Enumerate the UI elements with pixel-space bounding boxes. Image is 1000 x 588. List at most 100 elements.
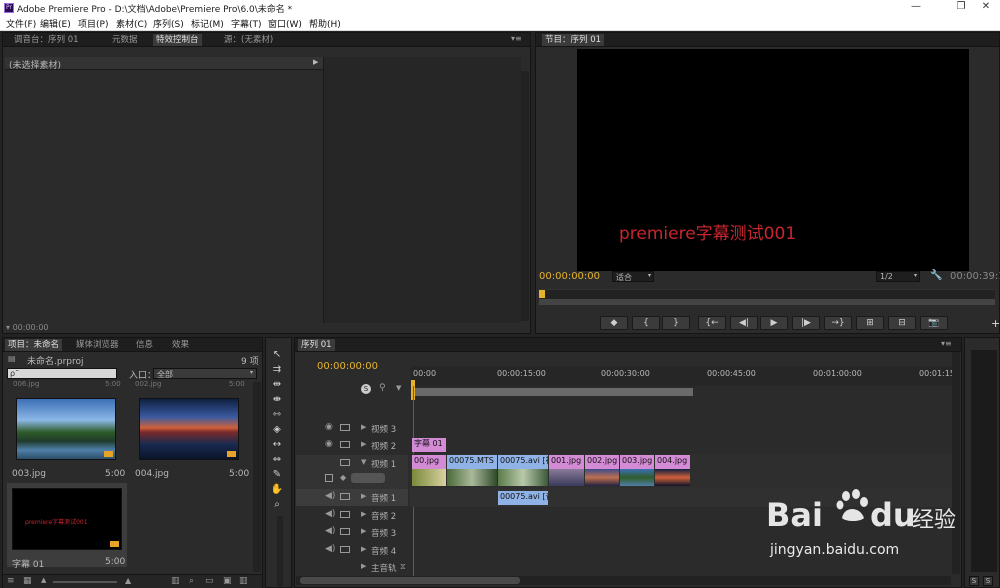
program-zoom-bar[interactable] — [539, 299, 995, 305]
tab-media-browser[interactable]: 媒体浏览器 — [73, 339, 122, 351]
go-to-out-button[interactable]: →} — [824, 316, 852, 330]
eye-icon[interactable]: ◉ — [325, 422, 333, 432]
tab-effects[interactable]: 效果 — [169, 339, 192, 351]
thumbnail-004[interactable] — [139, 398, 239, 460]
playhead-marker[interactable] — [539, 290, 545, 298]
timeline-ruler[interactable]: 00:00 00:00:15:00 00:00:30:00 00:00:45:0… — [411, 366, 956, 386]
minimize-button[interactable]: — — [905, 1, 927, 15]
clip-v1-00jpg[interactable]: 00.jpg — [412, 455, 446, 469]
expand-icon[interactable]: ▶ — [361, 527, 366, 535]
menu-sequence[interactable]: 序列(S) — [153, 17, 184, 30]
rate-stretch-tool-icon[interactable]: ⇿ — [269, 408, 285, 421]
expand-icon[interactable]: ▶ — [361, 545, 366, 553]
work-area-bar[interactable] — [411, 388, 693, 396]
add-marker-button[interactable]: ◆ — [600, 316, 628, 330]
hand-tool-icon[interactable]: ✋ — [269, 483, 285, 496]
speaker-icon[interactable]: ◀) — [325, 491, 335, 501]
zoom-out-icon[interactable]: ▲ — [41, 576, 46, 584]
track-audio-3[interactable]: ◀) ▶ 音频 3 — [296, 524, 408, 541]
clip-v1-004jpg[interactable]: 004.jpg — [655, 455, 690, 469]
track-select-tool-icon[interactable]: ⇉ — [269, 363, 285, 376]
expand-icon[interactable]: ▶ — [361, 510, 366, 518]
track-audio-2[interactable]: ◀) ▶ 音频 2 — [296, 507, 408, 524]
rolling-edit-tool-icon[interactable]: ⇼ — [269, 393, 285, 406]
set-marker-icon[interactable]: ⚲ — [379, 383, 386, 393]
tab-source[interactable]: 源：(无素材) — [221, 34, 276, 46]
tab-effect-controls[interactable]: 特效控制台 — [153, 34, 202, 46]
zoom-tool-icon[interactable]: ⌕ — [269, 498, 285, 511]
resolution-select[interactable]: 1/2 ▾ — [876, 271, 920, 282]
search-input[interactable]: ρ˜ — [7, 368, 117, 379]
menu-clip[interactable]: 素材(C) — [116, 17, 147, 30]
track-video-3[interactable]: ◉ ▶ 视频 3 — [296, 420, 408, 437]
new-item-icon[interactable]: ▣ — [223, 576, 232, 586]
clip-v1-003jpg[interactable]: 003.jpg — [620, 455, 654, 469]
icon-view-icon[interactable]: ▦ — [23, 576, 32, 586]
slide-tool-icon[interactable]: ⇔ — [269, 453, 285, 466]
expand-icon[interactable]: ▶ — [361, 423, 366, 431]
timeline-scroll-thumb[interactable] — [300, 577, 520, 584]
clip-v1-00075mts[interactable]: 00075.MTS — [447, 455, 497, 469]
menu-help[interactable]: 帮助(H) — [309, 17, 341, 30]
panel-menu-icon[interactable]: ▾≡ — [511, 34, 522, 43]
slip-tool-icon[interactable]: ↔ — [269, 438, 285, 451]
menu-marker[interactable]: 标记(M) — [191, 17, 224, 30]
program-timecode[interactable]: 00:00:00:00 — [539, 271, 600, 282]
pen-tool-icon[interactable]: ✎ — [269, 468, 285, 481]
tools-scrollbar[interactable] — [277, 516, 283, 586]
play-button[interactable]: ▶ — [760, 316, 788, 330]
menu-window[interactable]: 窗口(W) — [268, 17, 302, 30]
track-master[interactable]: ▶ 主音轨 ⧖ — [296, 559, 408, 576]
close-button[interactable]: ✕ — [975, 1, 997, 15]
eye-icon[interactable]: ◉ — [325, 439, 333, 449]
marker-icon[interactable]: ▼ — [396, 384, 401, 392]
menu-edit[interactable]: 编辑(E) — [40, 17, 71, 30]
thumbnail-003[interactable] — [16, 398, 116, 460]
solo-left-button[interactable]: S — [969, 576, 979, 586]
mark-out-button[interactable]: } — [662, 316, 690, 330]
timeline-timecode[interactable]: 00:00:00:00 — [317, 361, 378, 372]
thumbnail-title-01[interactable]: premiere字幕测试001 — [12, 488, 122, 550]
speaker-icon[interactable]: ◀) — [325, 526, 335, 536]
selection-tool-icon[interactable]: ↖ — [269, 348, 285, 361]
mark-in-button[interactable]: { — [632, 316, 660, 330]
source-scrollbar[interactable] — [521, 71, 529, 321]
track-audio-1[interactable]: ◀) ▶ 音频 1 — [296, 489, 408, 506]
extract-button[interactable]: ⊟ — [888, 316, 916, 330]
expand-icon[interactable]: ▶ — [361, 492, 366, 500]
tab-program[interactable]: 节目：序列 01 — [542, 34, 605, 46]
timeline-menu-icon[interactable]: ▾≡ — [941, 339, 952, 348]
track-video-2[interactable]: ◉ ▶ 视频 2 — [296, 437, 408, 454]
keyframe-icon[interactable]: ◆ — [340, 473, 346, 482]
tab-info[interactable]: 信息 — [133, 339, 156, 351]
menu-project[interactable]: 项目(P) — [78, 17, 108, 30]
step-back-button[interactable]: ◀| — [730, 316, 758, 330]
project-scrollbar[interactable] — [253, 382, 261, 572]
expand-arrow-icon[interactable]: ▶ — [313, 58, 318, 66]
menu-title[interactable]: 字幕(T) — [231, 17, 262, 30]
display-style-icon[interactable] — [325, 474, 333, 482]
tab-sequence[interactable]: 序列 01 — [298, 339, 335, 351]
add-button-icon[interactable]: + — [991, 317, 1000, 330]
tab-audio-mixer[interactable]: 调音台：序列 01 — [11, 34, 82, 46]
maximize-button[interactable]: ❐ — [950, 1, 972, 15]
opacity-control[interactable] — [351, 473, 385, 483]
tab-metadata[interactable]: 元数据 — [109, 34, 141, 46]
speaker-icon[interactable]: ◀) — [325, 509, 335, 519]
menu-file[interactable]: 文件(F) — [6, 17, 36, 30]
clip-a1-00075avi[interactable]: 00075.avi [音 — [498, 491, 548, 505]
ripple-edit-tool-icon[interactable]: ⇹ — [269, 378, 285, 391]
delete-icon[interactable]: ▥ — [239, 576, 248, 586]
clip-v1-002jpg[interactable]: 002.jpg — [585, 455, 619, 469]
clip-v1-001jpg[interactable]: 001.jpg — [549, 455, 584, 469]
clip-title-01[interactable]: 字幕 01 — [412, 438, 446, 452]
program-time-ruler[interactable] — [539, 289, 995, 305]
track-audio-4[interactable]: ◀) ▶ 音频 4 — [296, 542, 408, 559]
razor-tool-icon[interactable]: ◈ — [269, 423, 285, 436]
track-video-1[interactable]: ▼ 视频 1 ◆ — [296, 455, 408, 489]
automate-icon[interactable]: ▥ — [171, 576, 180, 586]
snap-icon[interactable]: S — [361, 384, 371, 394]
export-frame-button[interactable]: 📷 — [920, 316, 948, 330]
fit-select[interactable]: 适合 ▾ — [612, 271, 654, 282]
lift-button[interactable]: ⊞ — [856, 316, 884, 330]
